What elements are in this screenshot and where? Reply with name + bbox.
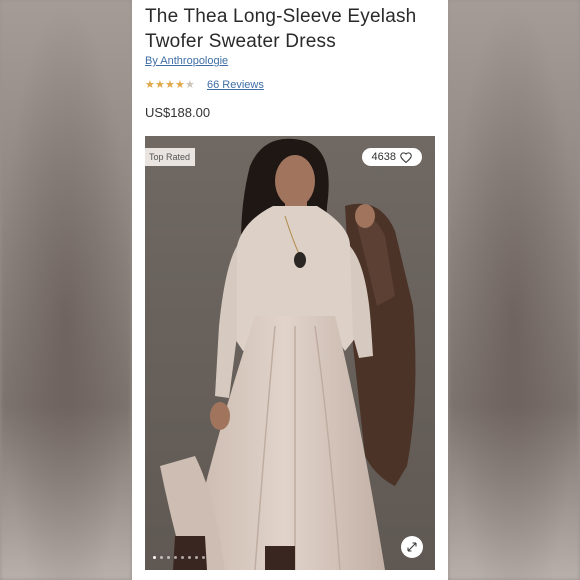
- carousel-dot[interactable]: [153, 556, 156, 559]
- brand-link[interactable]: By Anthropologie: [145, 55, 228, 67]
- carousel-dot[interactable]: [188, 556, 191, 559]
- model-illustration: [145, 136, 435, 570]
- carousel-dot[interactable]: [202, 556, 205, 559]
- star-icon: ★: [145, 79, 155, 91]
- product-card: The Thea Long-Sleeve Eyelash Twofer Swea…: [132, 0, 448, 580]
- carousel-dot[interactable]: [195, 556, 198, 559]
- carousel-dot[interactable]: [181, 556, 184, 559]
- product-title: The Thea Long-Sleeve Eyelash Twofer Swea…: [145, 6, 417, 52]
- background-blur-left: [0, 0, 132, 580]
- star-icon: ★: [165, 79, 175, 91]
- star-icon: ★: [155, 79, 165, 91]
- product-price: US$188.00: [145, 105, 211, 120]
- carousel-dot[interactable]: [160, 556, 163, 559]
- reviews-link[interactable]: 66 Reviews: [207, 79, 264, 91]
- expand-icon: [407, 542, 417, 552]
- half-star-icon: ★: [185, 79, 195, 91]
- top-rated-badge: Top Rated: [145, 148, 196, 166]
- star-rating: ★ ★ ★ ★ ★: [145, 79, 195, 91]
- carousel-dot[interactable]: [167, 556, 170, 559]
- carousel-dots: [153, 556, 205, 559]
- heart-icon: [400, 151, 412, 163]
- rating-row: ★ ★ ★ ★ ★ 66 Reviews: [145, 79, 264, 91]
- star-icon: ★: [175, 79, 185, 91]
- favorite-count: 4638: [371, 151, 396, 163]
- favorite-button[interactable]: 4638: [361, 148, 422, 166]
- product-photo[interactable]: Top Rated 4638: [145, 136, 435, 570]
- background-blur-right: [448, 0, 580, 580]
- carousel-dot[interactable]: [174, 556, 177, 559]
- zoom-button[interactable]: [401, 536, 423, 558]
